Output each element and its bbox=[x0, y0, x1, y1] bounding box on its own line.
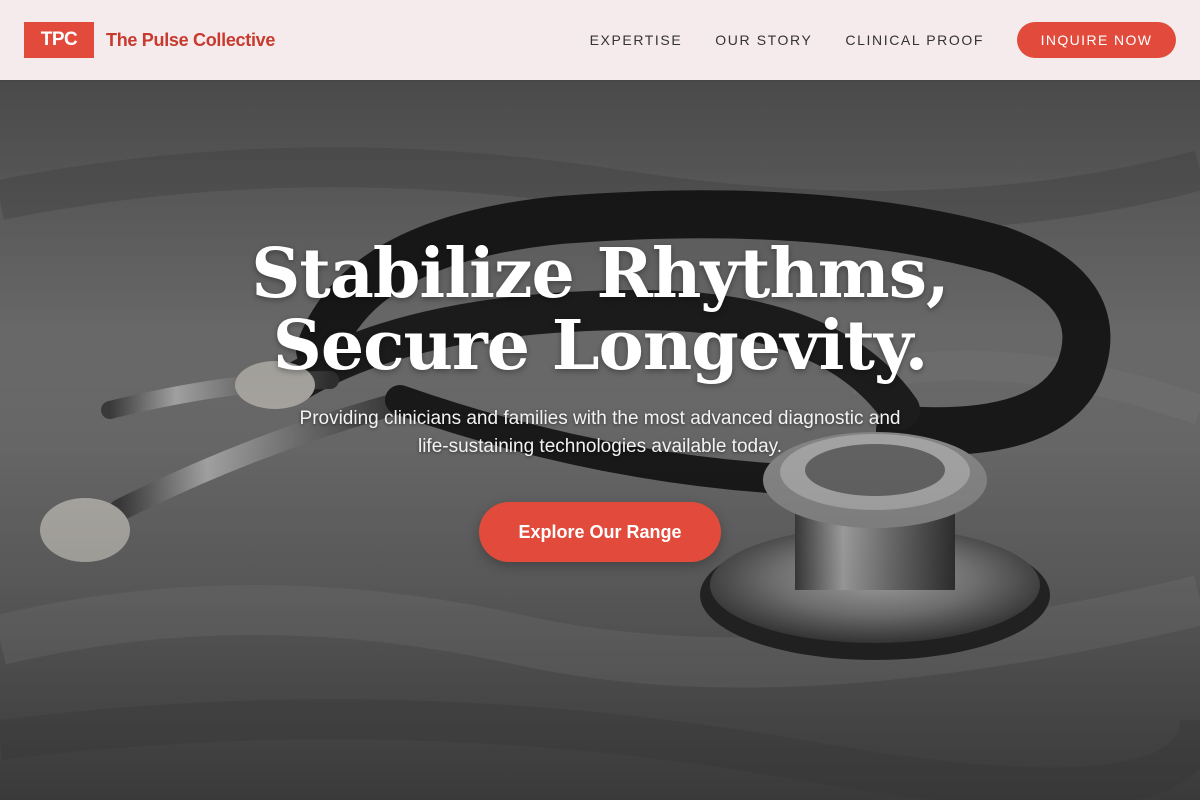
hero-section: Stabilize Rhythms, Secure Longevity. Pro… bbox=[0, 80, 1200, 800]
logo-badge[interactable]: TPC bbox=[24, 22, 94, 58]
hero-subtitle-line-1: Providing clinicians and families with t… bbox=[299, 408, 901, 429]
hero-title: Stabilize Rhythms, Secure Longevity. bbox=[150, 238, 1050, 382]
main-nav: EXPERTISE OUR STORY CLINICAL PROOF INQUI… bbox=[590, 22, 1176, 58]
brand-name[interactable]: The Pulse Collective bbox=[106, 30, 275, 51]
hero-subtitle-line-2: life-sustaining technologies available t… bbox=[417, 436, 783, 457]
nav-link-expertise[interactable]: EXPERTISE bbox=[590, 32, 683, 48]
explore-range-button[interactable]: Explore Our Range bbox=[479, 502, 721, 562]
site-header: TPC The Pulse Collective EXPERTISE OUR S… bbox=[0, 0, 1200, 80]
hero-title-line-1: Stabilize Rhythms, bbox=[251, 234, 949, 314]
nav-link-our-story[interactable]: OUR STORY bbox=[715, 32, 812, 48]
inquire-now-button[interactable]: INQUIRE NOW bbox=[1017, 22, 1176, 58]
landing-page: TPC The Pulse Collective EXPERTISE OUR S… bbox=[0, 0, 1200, 800]
hero-subtitle: Providing clinicians and families with t… bbox=[250, 405, 950, 461]
nav-link-clinical-proof[interactable]: CLINICAL PROOF bbox=[845, 32, 984, 48]
hero-title-line-2: Secure Longevity. bbox=[272, 306, 929, 386]
hero-content: Stabilize Rhythms, Secure Longevity. Pro… bbox=[0, 80, 1200, 800]
